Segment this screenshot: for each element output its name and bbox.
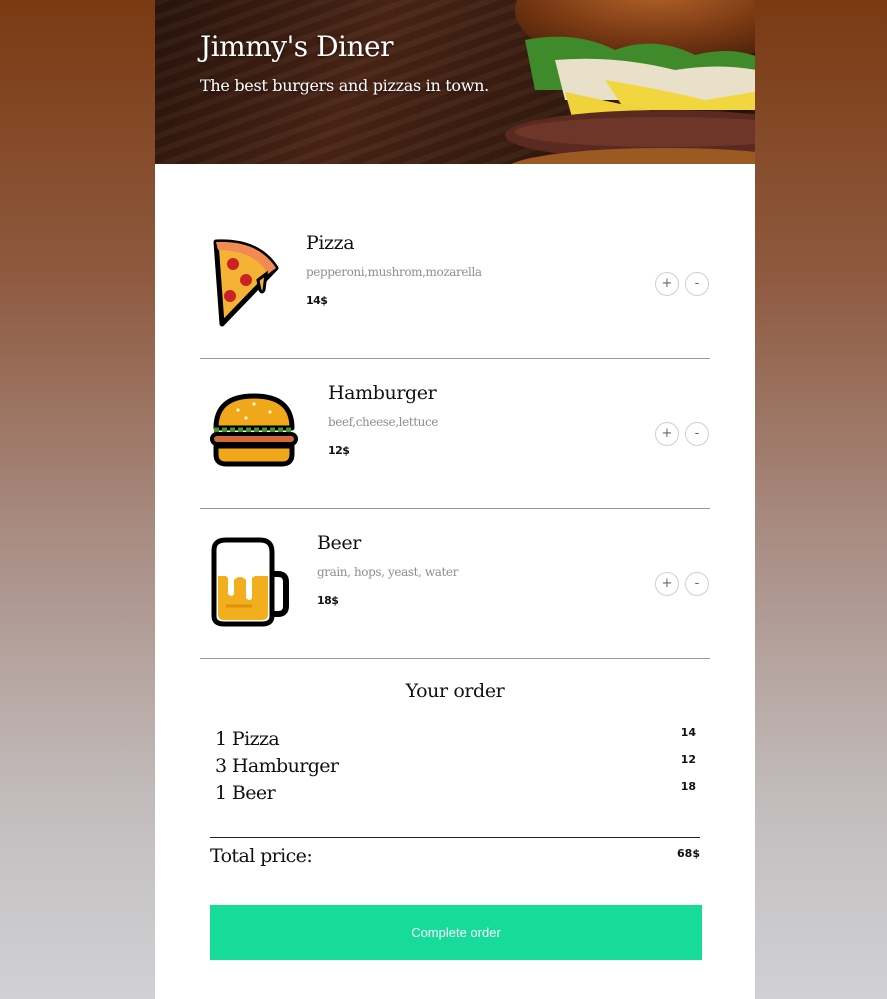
item-price: 12$ — [328, 444, 350, 457]
total-divider — [210, 837, 700, 838]
order-line-label: 1 Beer — [215, 782, 276, 804]
complete-order-button[interactable]: Complete order — [210, 905, 702, 960]
order-line: 1 Pizza 14 — [215, 726, 700, 754]
add-hamburger-button[interactable]: + — [655, 422, 679, 446]
hamburger-icon — [210, 393, 298, 467]
item-price: 14$ — [306, 294, 328, 307]
add-pizza-button[interactable]: + — [655, 272, 679, 296]
order-line: 3 Hamburger 12 — [215, 753, 700, 781]
order-line-amount: 18 — [680, 780, 696, 793]
remove-beer-button[interactable]: - — [685, 572, 709, 596]
order-line-label: 3 Hamburger — [215, 755, 339, 777]
order-line-amount: 14 — [680, 726, 696, 739]
item-ingredients: grain, hops, yeast, water — [317, 565, 458, 579]
menu-card: Jimmy's Diner The best burgers and pizza… — [155, 0, 755, 999]
item-price: 18$ — [317, 594, 339, 607]
item-ingredients: pepperoni,mushrom,mozarella — [306, 265, 482, 279]
item-name: Beer — [317, 532, 361, 554]
hero-banner: Jimmy's Diner The best burgers and pizza… — [155, 0, 755, 164]
order-title: Your order — [405, 680, 505, 702]
page-title: Jimmy's Diner — [200, 30, 393, 63]
pizza-icon — [213, 239, 279, 327]
beer-icon — [211, 537, 289, 627]
remove-pizza-button[interactable]: - — [685, 272, 709, 296]
total-price-value: 68$ — [677, 847, 700, 860]
item-ingredients: beef,cheese,lettuce — [328, 415, 438, 429]
total-price-label: Total price: — [210, 845, 313, 867]
add-beer-button[interactable]: + — [655, 572, 679, 596]
burger-photo — [505, 0, 755, 164]
order-line: 1 Beer 18 — [215, 780, 700, 808]
menu-item-pizza: Pizza pepperoni,mushrom,mozarella 14$ + … — [200, 208, 710, 359]
order-line-amount: 12 — [680, 753, 696, 766]
menu-item-beer: Beer grain, hops, yeast, water 18$ + - — [200, 508, 710, 659]
order-line-label: 1 Pizza — [215, 728, 280, 750]
remove-hamburger-button[interactable]: - — [685, 422, 709, 446]
item-name: Pizza — [306, 232, 355, 254]
item-name: Hamburger — [328, 382, 437, 404]
page-subtitle: The best burgers and pizzas in town. — [200, 76, 489, 95]
menu-item-hamburger: Hamburger beef,cheese,lettuce 12$ + - — [200, 358, 710, 509]
